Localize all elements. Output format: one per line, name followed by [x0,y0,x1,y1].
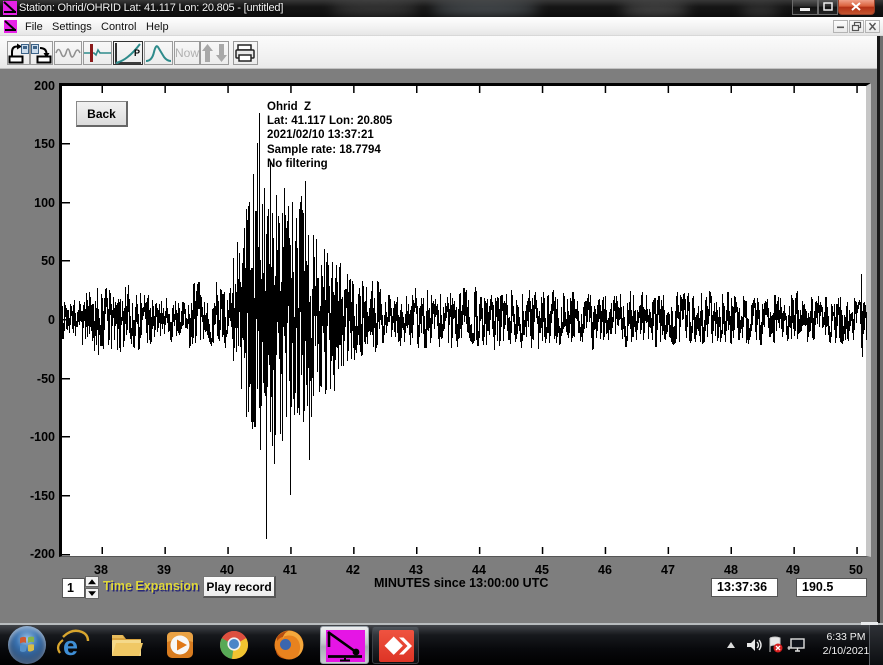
svg-text:P: P [134,48,140,58]
